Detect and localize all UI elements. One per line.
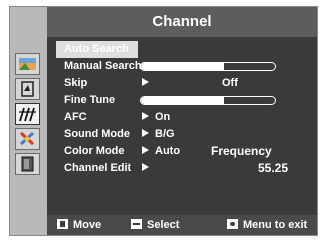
manual-search-bar[interactable] [140, 62, 276, 71]
sound-icon[interactable] [15, 78, 40, 100]
move-icon [57, 219, 68, 230]
footer-move: Move [57, 215, 101, 235]
picture-icon-glyph [19, 58, 36, 70]
sound-mode-arrow-icon [142, 129, 149, 138]
frequency-label: Frequency [211, 144, 272, 158]
footer-exit: Menu to exit [227, 215, 307, 235]
sound-mode-label: Sound Mode [64, 128, 130, 140]
fine-tune-bar[interactable] [140, 96, 276, 105]
menu-item-color-mode[interactable]: Color Mode Auto Frequency [56, 143, 311, 160]
footer-select-label: Select [147, 219, 180, 231]
color-mode-label: Color Mode [64, 145, 125, 157]
menu-item-channel-edit[interactable]: Channel Edit 55.25 [56, 160, 311, 177]
menu-item-afc[interactable]: AFC On [56, 109, 311, 126]
footer-exit-label: Menu to exit [243, 219, 308, 231]
sound-mode-value: B/G [155, 128, 175, 140]
manual-search-label: Manual Search [64, 60, 142, 72]
skip-value: Off [222, 77, 238, 89]
menu-title: Channel [47, 7, 317, 37]
select-icon [131, 219, 142, 230]
menu-sidebar [10, 7, 47, 235]
menu-item-fine-tune[interactable]: Fine Tune [56, 92, 311, 109]
skip-label: Skip [64, 77, 88, 89]
color-mode-arrow-icon [142, 146, 149, 155]
menu-footer: Move Select Menu to exit [47, 215, 317, 235]
manual-search-bar-fill [141, 63, 225, 70]
sound-mode-value-group: B/G [142, 126, 175, 143]
channel-menu-list: Auto Search Manual Search Skip Off Fine … [47, 37, 317, 213]
picture-icon[interactable] [15, 53, 40, 75]
frequency-value: 55.25 [258, 161, 289, 175]
menu-item-sound-mode[interactable]: Sound Mode B/G [56, 126, 311, 143]
channel-edit-label: Channel Edit [64, 162, 132, 174]
afc-value-group: On [142, 109, 170, 126]
sound-icon-glyph [21, 81, 34, 97]
input-icon[interactable] [15, 153, 40, 175]
auto-search-label: Auto Search [64, 43, 129, 55]
afc-value: On [155, 111, 171, 123]
setup-icon-glyph [19, 131, 35, 146]
menu-icon [227, 219, 238, 230]
fine-tune-bar-fill [141, 97, 225, 104]
fine-tune-label: Fine Tune [64, 94, 116, 106]
color-mode-value-group: Auto [142, 143, 180, 160]
menu-item-manual-search[interactable]: Manual Search [56, 58, 311, 75]
tv-osd-menu: Channel Auto Search Manual Search Skip O… [9, 6, 318, 236]
footer-move-label: Move [73, 219, 102, 231]
footer-select: Select [131, 215, 179, 235]
menu-item-auto-search[interactable]: Auto Search [56, 41, 138, 58]
channel-edit-arrow-icon [142, 160, 155, 177]
afc-arrow-icon [142, 112, 149, 121]
channel-icon[interactable] [15, 103, 40, 125]
skip-arrow-icon [142, 75, 155, 92]
setup-icon[interactable] [15, 128, 40, 150]
menu-item-skip[interactable]: Skip Off [56, 75, 311, 92]
afc-label: AFC [64, 111, 87, 123]
input-icon-glyph [21, 156, 34, 172]
color-mode-value: Auto [155, 145, 181, 157]
channel-icon-glyph [19, 107, 36, 122]
